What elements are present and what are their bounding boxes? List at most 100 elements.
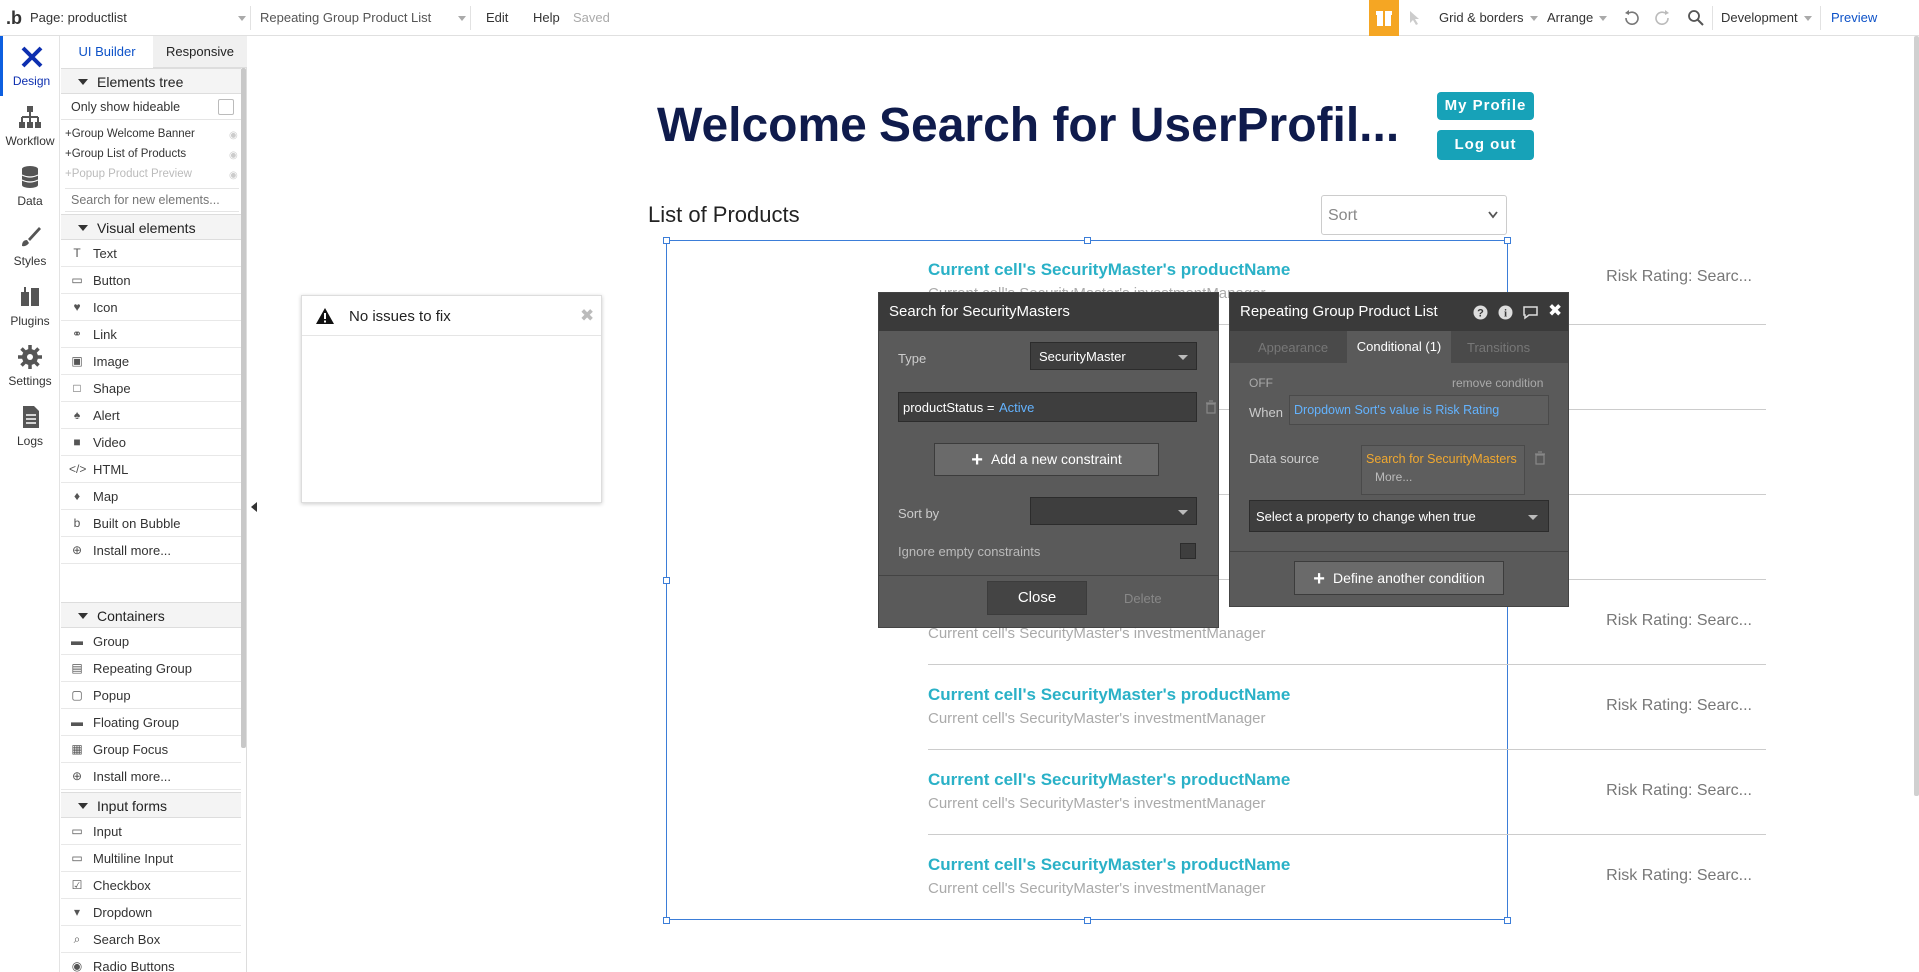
eye-icon[interactable]: ◉ (229, 150, 238, 161)
welcome-text[interactable]: Welcome (657, 98, 867, 153)
element-item[interactable]: ▾ Dropdown (61, 899, 241, 926)
help-icon[interactable]: ? (1473, 305, 1488, 320)
nav-data[interactable]: Data (0, 156, 60, 216)
panel-scrollbar[interactable] (241, 68, 246, 748)
element-search-input[interactable] (65, 188, 239, 212)
page-selector[interactable]: Page: productlist (30, 0, 246, 36)
more-link[interactable]: More... (1375, 470, 1412, 484)
element-item[interactable]: b Built on Bubble (61, 510, 241, 537)
element-item[interactable]: ■ Video (61, 429, 241, 456)
log-out-button[interactable]: Log out (1437, 130, 1534, 160)
element-item[interactable]: ⌕ Search Box (61, 926, 241, 953)
delete-button[interactable]: Delete (1124, 591, 1162, 606)
nav-design[interactable]: Design (0, 36, 60, 96)
tab-appearance[interactable]: Appearance (1258, 340, 1328, 355)
preview-link[interactable]: Preview (1831, 0, 1877, 36)
element-item[interactable]: ▣ Image (61, 348, 241, 375)
only-hideable-checkbox[interactable] (218, 99, 234, 115)
element-item[interactable]: ♥ Icon (61, 294, 241, 321)
search-editor-title[interactable]: Search for SecurityMasters (879, 293, 1218, 331)
nav-settings[interactable]: Settings (0, 336, 60, 396)
cursor-icon[interactable] (1408, 10, 1424, 26)
containers-header[interactable]: Containers (61, 602, 241, 628)
add-constraint-button[interactable]: + Add a new constraint (934, 443, 1159, 476)
nav-workflow[interactable]: Workflow (0, 96, 60, 156)
element-item[interactable]: ♦ Map (61, 483, 241, 510)
tree-item-welcome-banner[interactable]: +Group Welcome Banner (65, 128, 195, 140)
constraint-row[interactable]: productStatus = Active (898, 392, 1197, 422)
table-row[interactable]: Current cell's SecurityMaster's productN… (928, 835, 1766, 920)
element-item[interactable]: ▭ Input (61, 818, 241, 845)
condition-off-toggle[interactable]: OFF (1249, 376, 1273, 390)
element-item[interactable]: ⊕ Install more... (61, 763, 241, 790)
grid-borders-menu[interactable]: Grid & borders (1439, 0, 1538, 36)
nav-logs[interactable]: Logs (0, 396, 60, 456)
visual-elements-header[interactable]: Visual elements (61, 214, 241, 240)
elements-tree-header[interactable]: Elements tree (61, 68, 241, 94)
element-item[interactable]: T Text (61, 240, 241, 267)
table-row[interactable]: Current cell's SecurityMaster's productN… (928, 665, 1766, 750)
edit-menu[interactable]: Edit (486, 0, 508, 36)
sort-by-dropdown[interactable] (1030, 497, 1197, 525)
tab-conditional[interactable]: Conditional (1) (1347, 331, 1451, 363)
gift-button[interactable] (1369, 0, 1399, 36)
input-forms-header[interactable]: Input forms (61, 792, 241, 818)
element-item[interactable]: ☑ Checkbox (61, 872, 241, 899)
element-item[interactable]: ▭ Multiline Input (61, 845, 241, 872)
tab-transitions[interactable]: Transitions (1467, 340, 1530, 355)
my-profile-button[interactable]: My Profile (1437, 92, 1534, 120)
trash-icon[interactable] (1534, 451, 1546, 465)
list-title[interactable]: List of Products (648, 202, 800, 228)
search-icon[interactable] (1687, 9, 1705, 27)
element-item[interactable]: ▬ Floating Group (61, 709, 241, 736)
element-item[interactable]: ⚭ Link (61, 321, 241, 348)
select-property-dropdown[interactable]: Select a property to change when true (1249, 500, 1549, 532)
close-icon[interactable]: ✖ (1548, 301, 1562, 321)
redo-icon[interactable] (1654, 9, 1672, 27)
eye-icon[interactable]: ◉ (229, 170, 238, 181)
undo-icon[interactable] (1622, 9, 1640, 27)
sort-dropdown[interactable]: Sort (1321, 195, 1507, 235)
resize-handle[interactable] (663, 917, 670, 924)
tree-item-list-of-products[interactable]: +Group List of Products (65, 148, 186, 160)
tree-item-popup-product-preview[interactable]: +Popup Product Preview (65, 168, 192, 180)
environment-selector[interactable]: Development (1721, 0, 1812, 36)
collapse-panel-icon[interactable] (251, 502, 257, 512)
element-item[interactable]: ◉ Radio Buttons (61, 953, 241, 972)
close-button[interactable]: Close (987, 581, 1087, 615)
resize-handle[interactable] (663, 577, 670, 584)
search-title-text[interactable]: Search for UserProfil... (879, 98, 1399, 153)
table-row[interactable]: Current cell's SecurityMaster's productN… (928, 750, 1766, 835)
element-item[interactable]: ▤ Repeating Group (61, 655, 241, 682)
remove-condition-link[interactable]: remove condition (1452, 376, 1543, 390)
element-item[interactable]: ▦ Group Focus (61, 736, 241, 763)
eye-icon[interactable]: ◉ (229, 130, 238, 141)
tab-responsive[interactable]: Responsive (153, 36, 247, 68)
element-item[interactable]: □ Shape (61, 375, 241, 402)
resize-handle[interactable] (663, 237, 670, 244)
rg-editor-title[interactable]: Repeating Group Product List (1230, 293, 1568, 331)
element-selector[interactable]: Repeating Group Product List (260, 0, 466, 36)
nav-plugins[interactable]: Plugins (0, 276, 60, 336)
element-item[interactable]: ▬ Group (61, 628, 241, 655)
close-icon[interactable]: ✖ (580, 306, 594, 326)
element-item[interactable]: ▭ Button (61, 267, 241, 294)
type-dropdown[interactable]: SecurityMaster (1030, 342, 1197, 370)
ignore-empty-checkbox[interactable] (1180, 543, 1196, 559)
comment-icon[interactable] (1522, 305, 1539, 320)
when-expression[interactable]: Dropdown Sort's value is Risk Rating (1289, 395, 1549, 425)
tab-ui-builder[interactable]: UI Builder (61, 36, 153, 68)
define-condition-button[interactable]: + Define another condition (1294, 561, 1504, 595)
element-item[interactable]: ▢ Popup (61, 682, 241, 709)
arrange-menu[interactable]: Arrange (1547, 0, 1608, 36)
element-item[interactable]: ♠ Alert (61, 402, 241, 429)
element-item[interactable]: </> HTML (61, 456, 241, 483)
data-source-expression[interactable]: Search for SecurityMasters More... (1361, 445, 1525, 495)
help-menu[interactable]: Help (533, 0, 560, 36)
trash-icon[interactable] (1205, 400, 1217, 414)
nav-styles[interactable]: Styles (0, 216, 60, 276)
info-icon[interactable]: i (1498, 305, 1513, 320)
canvas-scrollbar[interactable] (1914, 36, 1919, 796)
bubble-logo-icon[interactable]: .b (6, 0, 22, 36)
element-item[interactable]: ⊕ Install more... (61, 537, 241, 564)
